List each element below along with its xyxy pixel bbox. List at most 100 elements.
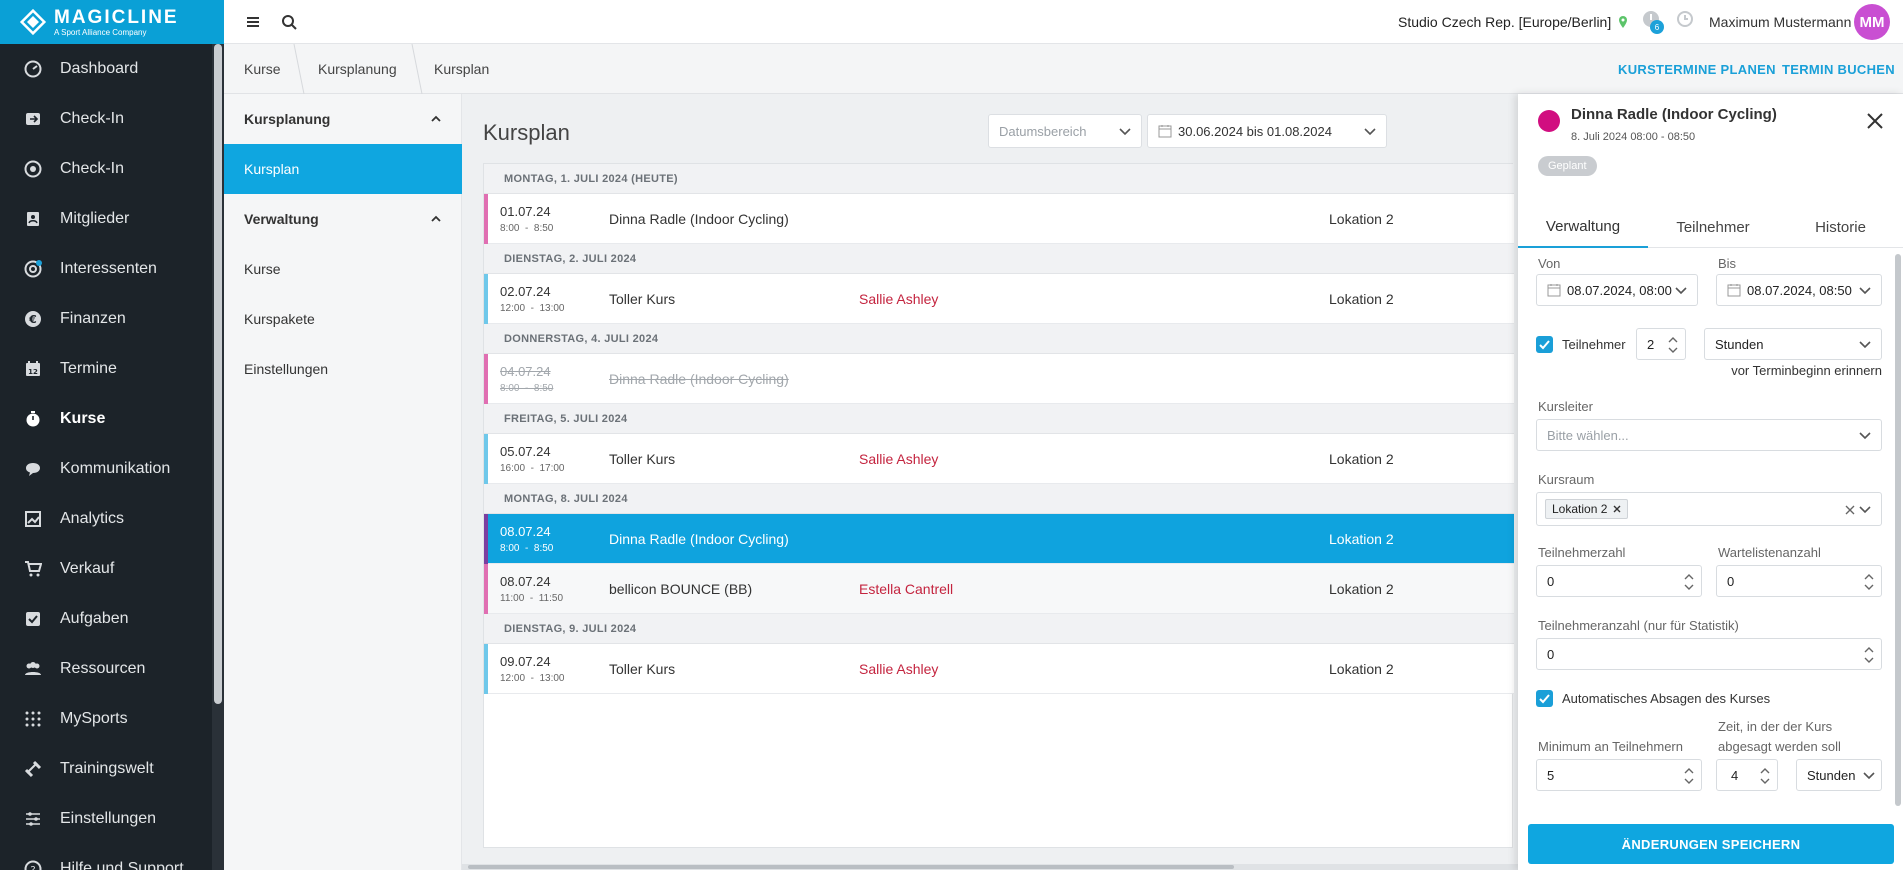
sidebar-item-label: Aufgaben [60, 610, 129, 627]
chat-icon [26, 463, 40, 476]
von-label: Von [1538, 256, 1561, 271]
subnav-group-kursplanung[interactable]: Kursplanung [224, 94, 462, 144]
course-trainer[interactable]: Sallie Ashley [859, 661, 938, 677]
sidebar-item-einstellungen[interactable]: Einstellungen [0, 799, 212, 839]
sidebar-item-check-in[interactable]: Check-In [0, 99, 212, 139]
warteliste-label: Wartelistenanzahl [1718, 545, 1821, 560]
course-row[interactable]: 01.07.24 8:00 - 8:50 Dinna Radle (Indoor C… [484, 194, 1514, 244]
course-trainer[interactable]: Sallie Ashley [859, 291, 938, 307]
sidebar-item-verkauf[interactable]: Verkauf [0, 549, 212, 589]
statistik-stepper[interactable]: 0 [1536, 638, 1882, 670]
sidebar-item-analytics[interactable]: Analytics [0, 499, 212, 539]
reminder-unit-select[interactable]: Stunden [1704, 328, 1882, 360]
breadcrumb-kurse[interactable]: Kurse [244, 44, 281, 94]
panel-scrollbar[interactable] [1895, 254, 1901, 806]
course-row[interactable]: 08.07.24 11:00 - 11:50 bellicon BOUNCE (BB… [484, 564, 1514, 614]
warteliste-stepper[interactable]: 0 [1716, 565, 1882, 597]
tab-historie[interactable]: Historie [1778, 206, 1903, 248]
stepper-arrows-icon[interactable] [1667, 333, 1679, 357]
cancel-time-stepper[interactable]: 4 [1716, 759, 1778, 791]
sidebar-item-mysports[interactable]: MySports [0, 699, 212, 739]
sidebar-item-check-in[interactable]: Check-In [0, 149, 212, 189]
sidebar-item-hilfe-und-support[interactable]: ? Hilfe und Support [0, 849, 212, 870]
course-color-bar [484, 564, 488, 614]
horizontal-scrollbar-thumb[interactable] [468, 865, 1234, 869]
subnav-item-kurse[interactable]: Kurse [224, 244, 462, 294]
course-location: Lokation 2 [1329, 451, 1394, 467]
course-location: Lokation 2 [1329, 581, 1394, 597]
search-icon[interactable] [278, 11, 300, 33]
course-date: 08.07.24 [500, 574, 551, 589]
save-changes-button[interactable]: ÄNDERUNGEN SPEICHERN [1528, 824, 1894, 864]
clock-icon[interactable] [1676, 10, 1694, 28]
help-icon: ? [24, 860, 42, 870]
courses-icon [26, 411, 40, 427]
course-row[interactable]: 09.07.24 12:00 - 13:00 Toller Kurs Sallie A… [484, 644, 1514, 694]
reminder-hours-stepper[interactable]: 2 [1636, 328, 1686, 360]
course-time: 12:00 - 13:00 [500, 673, 565, 684]
minimum-stepper[interactable]: 5 [1536, 759, 1702, 791]
course-row[interactable]: 05.07.24 16:00 - 17:00 Toller Kurs Sallie A… [484, 434, 1514, 484]
stepper-arrows-icon[interactable] [1683, 764, 1695, 788]
course-trainer[interactable]: Sallie Ashley [859, 451, 938, 467]
auto-cancel-checkbox[interactable] [1536, 690, 1553, 707]
course-row[interactable]: 08.07.24 8:00 - 8:50 Dinna Radle (Indoor C… [484, 514, 1514, 564]
date-range-picker[interactable]: 30.06.2024 bis 01.08.2024 [1147, 114, 1387, 148]
teilnehmer-reminder-checkbox[interactable] [1536, 336, 1553, 353]
sidebar-item-aufgaben[interactable]: Aufgaben [0, 599, 212, 639]
stepper-arrows-icon[interactable] [1863, 570, 1875, 594]
course-color-dot [1538, 110, 1560, 132]
course-color-bar [484, 644, 488, 694]
sidebar-item-dashboard[interactable]: Dashboard [0, 49, 212, 89]
stepper-arrows-icon[interactable] [1683, 570, 1695, 594]
breadcrumb-kursplan[interactable]: Kursplan [434, 44, 489, 94]
course-row[interactable]: 02.07.24 12:00 - 13:00 Toller Kurs Sallie A… [484, 274, 1514, 324]
subnav-item-kurspakete[interactable]: Kurspakete [224, 294, 462, 344]
calendar-icon [1158, 125, 1172, 138]
nav-scrollbar-thumb[interactable] [214, 44, 222, 704]
teilnehmerzahl-stepper[interactable]: 0 [1536, 565, 1702, 597]
date-range-type-select[interactable]: Datumsbereich [988, 114, 1142, 148]
stepper-arrows-icon[interactable] [1759, 764, 1771, 788]
sidebar-item-ressourcen[interactable]: Ressourcen [0, 649, 212, 689]
bis-datetime-field[interactable]: 08.07.2024, 08:50 [1716, 274, 1882, 306]
sidebar-item-label: Check-In [60, 160, 125, 177]
tab-verwaltung[interactable]: Verwaltung [1518, 206, 1648, 248]
sidebar-item-kurse[interactable]: Kurse [0, 399, 212, 439]
course-name: Toller Kurs [609, 291, 676, 307]
cancel-unit-select[interactable]: Stunden [1796, 759, 1882, 791]
close-icon[interactable] [1866, 112, 1884, 130]
avatar[interactable]: MM [1854, 4, 1890, 40]
course-row[interactable]: 04.07.24 8:00 - 8:50 Dinna Radle (Indoor C… [484, 354, 1514, 404]
clear-icon[interactable] [1845, 505, 1855, 515]
studio-selector[interactable]: Studio Czech Rep. [Europe/Berlin] [1398, 0, 1629, 44]
tab-teilnehmer[interactable]: Teilnehmer [1648, 206, 1778, 248]
kursraum-multiselect[interactable]: Lokation 2 [1536, 492, 1882, 526]
date-range-placeholder: Datumsbereich [999, 123, 1087, 139]
course-trainer[interactable]: Estella Cantrell [859, 581, 953, 597]
subnav-item-kursplan[interactable]: Kursplan [224, 144, 462, 194]
sidebar-item-interessenten[interactable]: Interessenten [0, 249, 212, 289]
von-datetime-field[interactable]: 08.07.2024, 08:00 [1536, 274, 1698, 306]
sidebar-item-termine[interactable]: 12 Termine [0, 349, 212, 389]
cancel-time-label-1: Zeit, in der der Kurs [1718, 719, 1833, 734]
brand-logo[interactable]: MAGICLINE A Sport Alliance Company [0, 0, 224, 44]
menu-icon[interactable] [242, 11, 264, 33]
subnav-group-verwaltung[interactable]: Verwaltung [224, 194, 462, 244]
course-detail-panel: Dinna Radle (Indoor Cycling) 8. Juli 202… [1518, 94, 1903, 870]
user-name[interactable]: Maximum Mustermann [1709, 0, 1851, 44]
sidebar-item-trainingswelt[interactable]: Trainingswelt [0, 749, 212, 789]
subnav-item-einstellungen[interactable]: Einstellungen [224, 344, 462, 394]
kursleiter-select[interactable]: Bitte wählen... [1536, 419, 1882, 451]
sidebar-item-finanzen[interactable]: € Finanzen [0, 299, 212, 339]
sidebar-item-mitglieder[interactable]: Mitglieder [0, 199, 212, 239]
remove-tag-icon[interactable] [1613, 505, 1621, 513]
breadcrumb-kursplanung[interactable]: Kursplanung [318, 44, 397, 94]
analytics-icon [25, 511, 41, 527]
magicline-logo-icon [19, 8, 47, 36]
stepper-arrows-icon[interactable] [1863, 643, 1875, 667]
minimum-label: Minimum an Teilnehmern [1538, 739, 1683, 754]
sidebar-item-kommunikation[interactable]: Kommunikation [0, 449, 212, 489]
book-appointment-link[interactable]: TERMIN BUCHEN [1782, 44, 1895, 94]
plan-course-dates-link[interactable]: KURSTERMINE PLANEN [1618, 44, 1776, 94]
